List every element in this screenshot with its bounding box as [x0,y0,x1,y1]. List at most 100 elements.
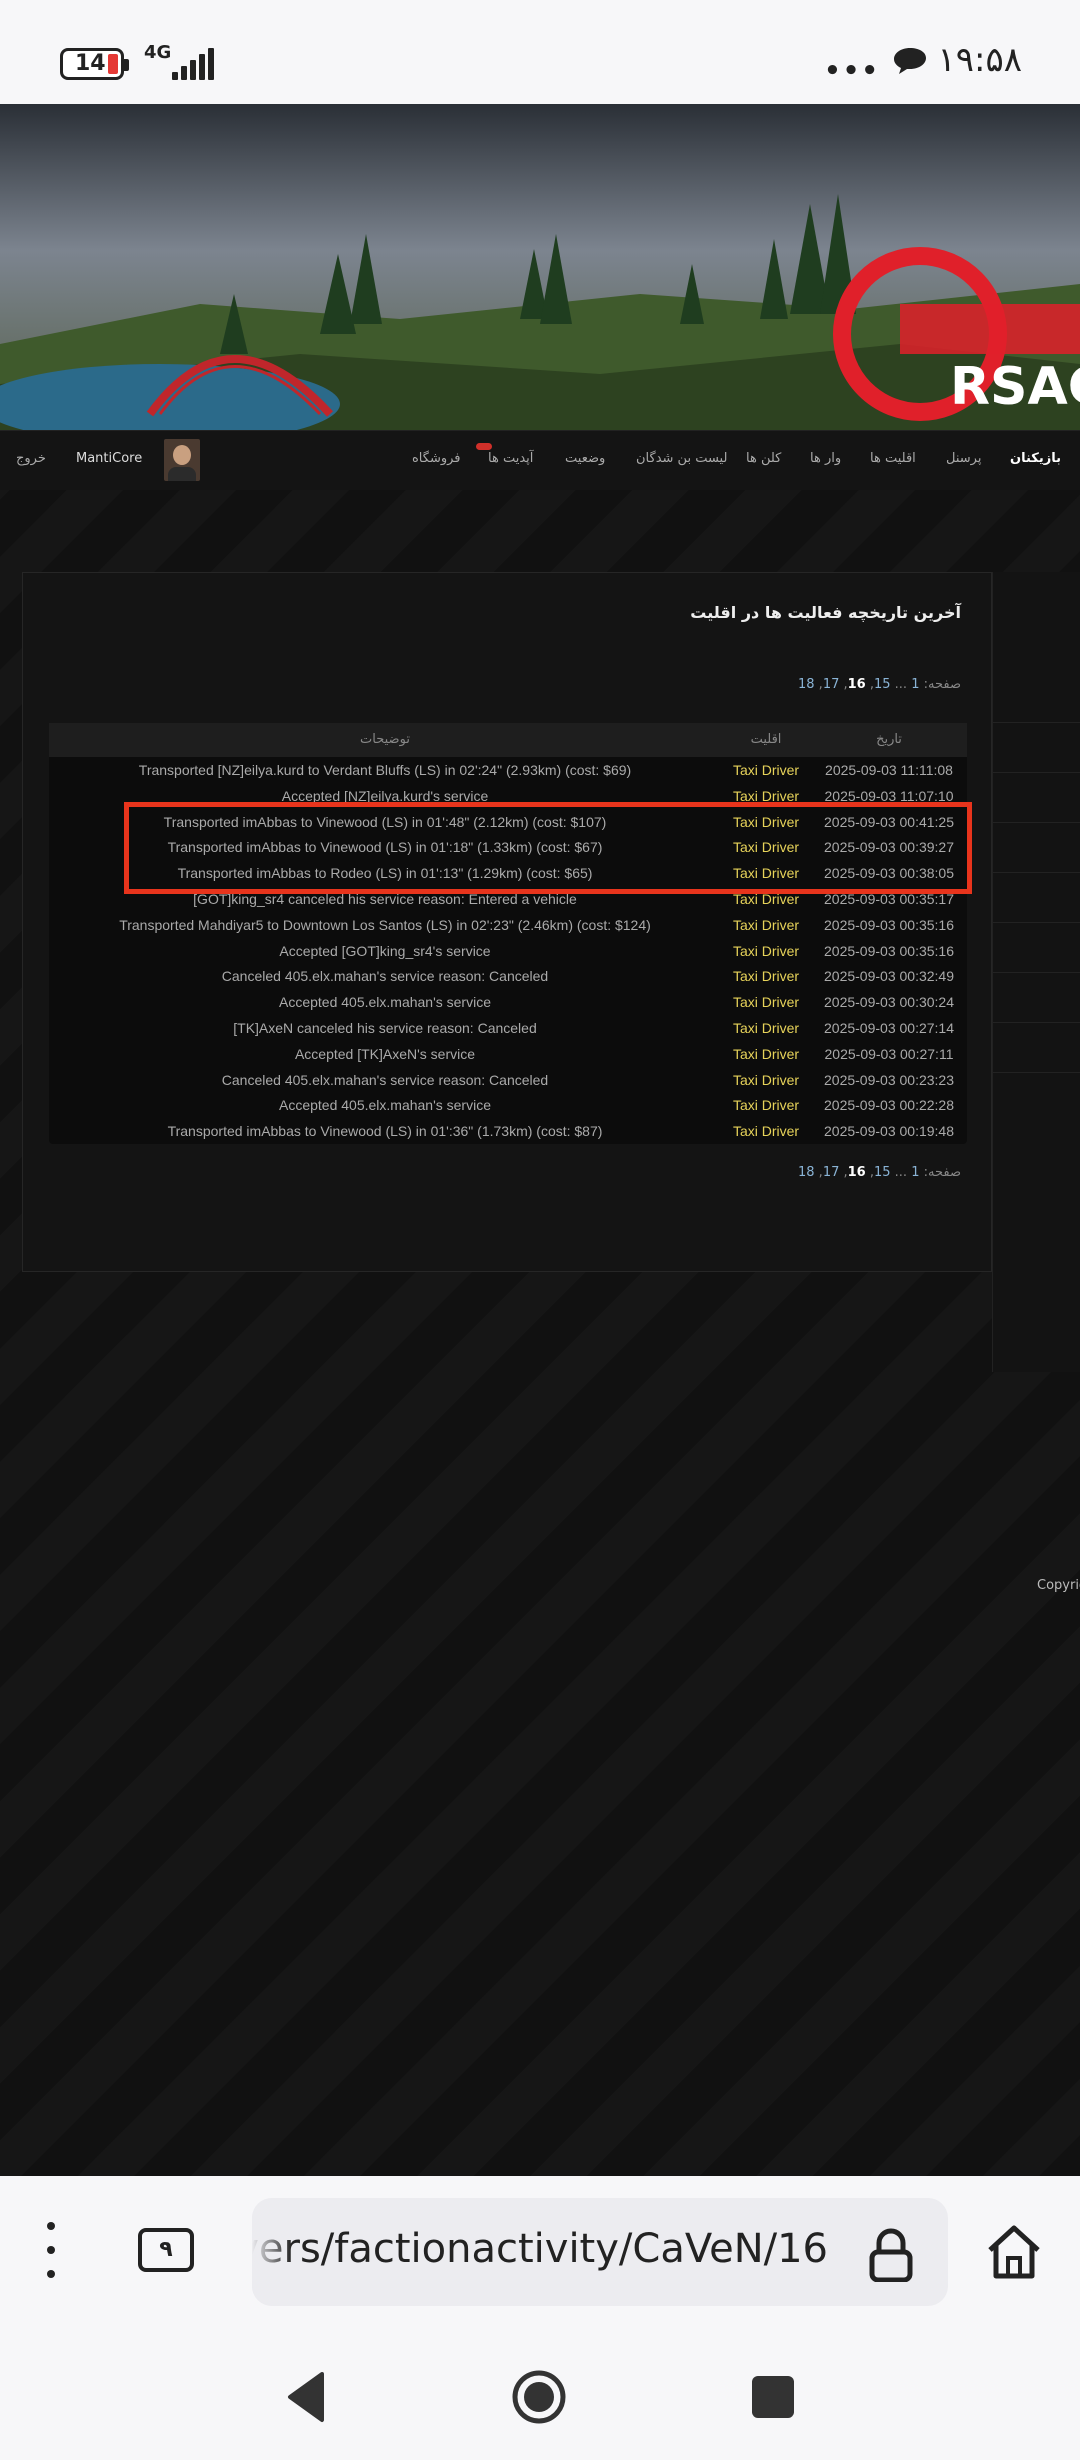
row-description: Accepted [GOT]king_sr4's service [279,942,491,959]
pagination-bottom: صفحه: 1 ... 15, 16, 17, 18 [798,1165,961,1180]
table-row: 2025-09-03 00:19:48 Taxi Driver Transporte… [49,1118,967,1144]
row-description: Accepted 405.elx.mahan's service [278,994,491,1011]
table-row: 2025-09-03 00:32:49 Taxi Driver Canceled 4… [49,963,967,989]
pagination-top: صفحه: 1 ... 15, 16, 17, 18 [798,677,961,692]
table-row: 2025-09-03 00:30:24 Taxi Driver Accepted 4… [49,989,967,1015]
table-row: 2025-09-03 00:35:16 Taxi Driver Accepted [… [49,938,967,964]
copyright-text: Copyrig [1037,1578,1080,1593]
system-nav-bar [0,2330,1080,2460]
col-desc: توضیحات [360,732,410,747]
right-sidebar: Copyrig [992,572,1080,1593]
row-date: 2025-09-03 00:32:49 [824,968,954,985]
row-faction: Taxi Driver [732,1071,800,1088]
url-text: vers/factionactivity/CaVeN/16 [252,2226,828,2272]
col-date: تاریخ [876,732,902,747]
page-link[interactable]: 18 [798,1165,815,1180]
lock-icon[interactable] [868,2228,914,2282]
row-date: 2025-09-03 00:27:14 [824,1019,954,1036]
row-description: Accepted 405.elx.mahan's service [278,1097,491,1114]
nav-shop[interactable]: فروشگاه [412,451,461,466]
row-faction: Taxi Driver [732,762,800,778]
clock: ۱۹:۵۸ [937,40,1022,80]
site-banner: RSAC [0,104,1080,430]
nav-updates[interactable]: آپدیت ها [488,451,533,466]
activity-table: تاریخ اقلیت توضیحات 2025-09-03 11:11:08 T… [49,723,967,1144]
row-faction: Taxi Driver [732,942,800,959]
nav-clans[interactable]: کلن ها [746,451,781,466]
network-type: 4G [144,42,172,63]
nav-staff[interactable]: پرسنل [946,451,981,466]
battery-icon: 14 [60,48,129,80]
site-navbar: خروج MantiCore فروشگاه آپدیت ها وضعیت لی… [0,430,1080,490]
nav-status[interactable]: وضعیت [565,451,605,466]
row-date: 2025-09-03 00:35:16 [824,916,954,933]
tabs-button[interactable]: ۹ [138,2228,194,2272]
row-date: 2025-09-03 00:22:28 [824,1097,954,1114]
page-link[interactable]: 15 [874,677,891,692]
table-row: 2025-09-03 11:11:08 Taxi Driver Transporte… [49,757,967,783]
row-description: Canceled 405.elx.mahan's service reason:… [221,1071,549,1088]
phone-screen: 14 4G ••• ۱۹:۵۸ RSA خروج MantiCore فروشگ… [0,0,1080,2460]
highlight-box [124,802,972,894]
row-description: Canceled 405.elx.mahan's service reason:… [221,968,549,985]
row-faction: Taxi Driver [732,1045,800,1062]
new-badge [476,443,492,450]
web-content: RSAC خروج MantiCore فروشگاه آپدیت ها وضع… [0,104,1080,2176]
more-dots-icon: ••• [824,56,880,86]
logout-link[interactable]: خروج [16,451,46,466]
row-description: Transported Mahdiyar5 to Downtown Los Sa… [119,916,651,933]
row-faction: Taxi Driver [732,968,800,985]
back-icon[interactable] [284,2370,326,2424]
signal-icon [172,48,214,80]
page-link[interactable]: 1 [911,677,919,692]
row-description: [TK]AxeN canceled his service reason: Ca… [233,1019,537,1036]
status-bar: 14 4G ••• ۱۹:۵۸ [0,0,1080,104]
tab-count: ۹ [159,2237,173,2262]
faction-activity-panel: آخرین تاریخچه فعالیت ها در اقلیت صفحه: 1… [22,572,992,1272]
panel-title: آخرین تاریخچه فعالیت ها در اقلیت [690,603,961,622]
row-faction: Taxi Driver [732,1019,800,1036]
row-date: 2025-09-03 11:11:08 [825,762,953,778]
svg-text:RSAC: RSAC [950,357,1080,417]
page-link[interactable]: 1 [911,1165,919,1180]
banner-landscape-image: RSAC [0,104,1080,430]
row-date: 2025-09-03 00:27:11 [824,1045,954,1062]
chat-bubble-icon [894,48,926,74]
nav-factions[interactable]: اقلیت ها [870,451,916,466]
home-icon[interactable] [984,2222,1044,2282]
row-description: Accepted [TK]AxeN's service [294,1045,476,1062]
table-header: تاریخ اقلیت توضیحات [49,723,967,757]
row-description: Transported imAbbas to Vinewood (LS) in … [167,1123,603,1140]
row-date: 2025-09-03 00:23:23 [824,1071,954,1088]
col-faction: اقلیت [750,732,782,747]
avatar[interactable] [164,439,200,481]
page-link[interactable]: 15 [874,1165,891,1180]
row-date: 2025-09-03 00:19:48 [824,1123,954,1140]
page-link[interactable]: 18 [798,677,815,692]
row-faction: Taxi Driver [732,1123,800,1140]
menu-dots-icon[interactable] [44,2222,58,2282]
row-date: 2025-09-03 00:30:24 [824,994,954,1011]
table-row: 2025-09-03 00:23:23 Taxi Driver Canceled 4… [49,1067,967,1093]
page-link[interactable]: 17 [823,1165,840,1180]
url-bar[interactable]: vers/factionactivity/CaVeN/16 [252,2198,948,2306]
browser-toolbar: ۹ vers/factionactivity/CaVeN/16 [0,2176,1080,2330]
table-row: 2025-09-03 00:27:11 Taxi Driver Accepted [… [49,1041,967,1067]
page-current: 16 [847,677,866,692]
recents-icon[interactable] [752,2376,794,2418]
table-row: 2025-09-03 00:27:14 Taxi Driver [TK]AxeN c… [49,1015,967,1041]
page-link[interactable]: 17 [823,677,840,692]
row-faction: Taxi Driver [732,916,800,933]
battery-level: 14 [75,51,106,76]
page-current: 16 [847,1165,866,1180]
nav-players[interactable]: بازیکنان [1010,451,1061,466]
row-faction: Taxi Driver [732,1097,800,1114]
row-description: Transported [NZ]eilya.kurd to Verdant Bl… [138,762,632,778]
username-link[interactable]: MantiCore [76,451,142,466]
table-row: 2025-09-03 00:35:16 Taxi Driver Transporte… [49,912,967,938]
nav-banlist[interactable]: لیست بن شدگان [636,451,727,466]
nav-wars[interactable]: وار ها [810,451,841,466]
row-date: 2025-09-03 00:35:16 [824,942,954,959]
table-row: 2025-09-03 00:22:28 Taxi Driver Accepted 4… [49,1092,967,1118]
home-circle-icon[interactable] [510,2368,568,2426]
